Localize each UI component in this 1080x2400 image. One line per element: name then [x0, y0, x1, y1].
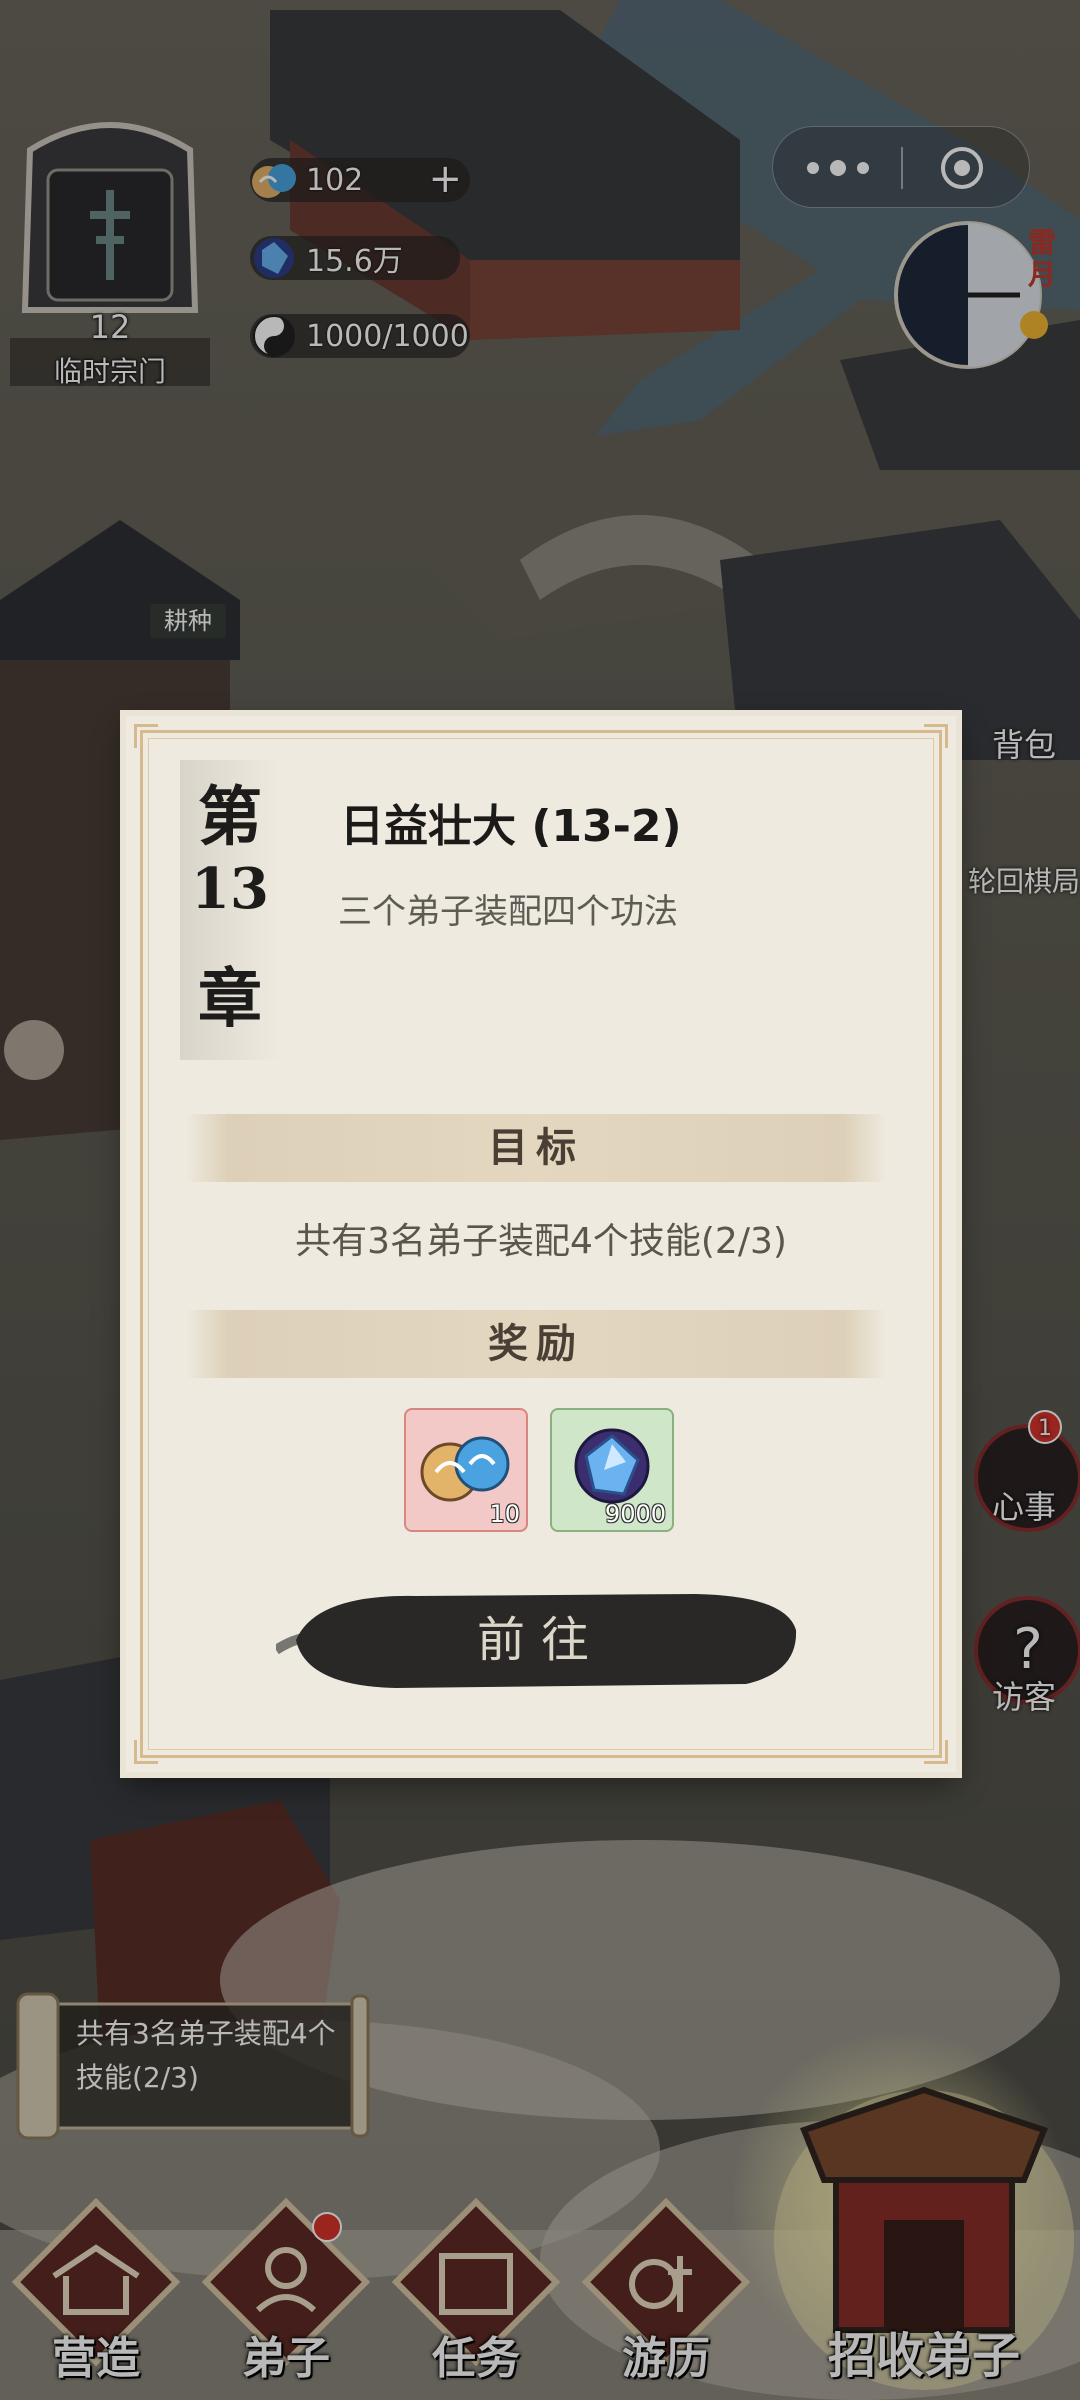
quest-title: 日益壮大 (13-2)	[340, 801, 682, 852]
go-button[interactable]: 前往	[276, 1590, 806, 1690]
chapter-tab: 第 13 章	[180, 760, 280, 1060]
reward-spirit-stone-qty: 9000	[604, 1500, 666, 1528]
reward-heading: 奖励	[186, 1310, 886, 1378]
chapter-char-3: 章	[198, 962, 262, 1037]
reward-item-spirit-stone[interactable]: 9000	[550, 1408, 674, 1532]
reward-item-cloud[interactable]: 10	[404, 1408, 528, 1532]
reward-cloud-qty: 10	[489, 1500, 520, 1528]
chapter-char-1: 第	[198, 780, 262, 855]
quest-description: 三个弟子装配四个功法	[338, 892, 678, 932]
go-button-label: 前往	[476, 1612, 605, 1668]
chapter-char-2: 13	[191, 856, 269, 922]
quest-dialog: 第 13 章 日益壮大 (13-2) 三个弟子装配四个功法 目标 共有3名弟子装…	[126, 716, 956, 1772]
goal-text: 共有3名弟子装配4个技能(2/3)	[295, 1221, 787, 1262]
goal-heading: 目标	[186, 1114, 886, 1182]
